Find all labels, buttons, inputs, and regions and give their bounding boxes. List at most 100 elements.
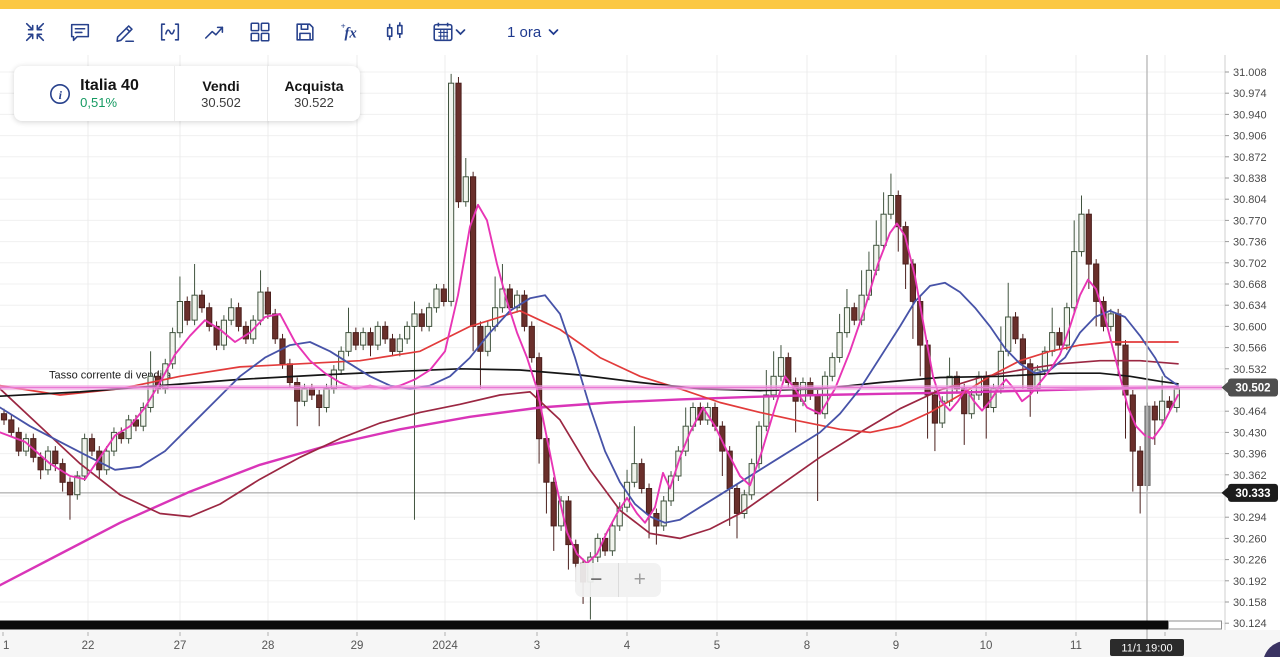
sell-price-badge-text: 30.502 xyxy=(1235,383,1270,395)
candle-body xyxy=(492,307,499,327)
x-axis-label: 29 xyxy=(351,640,364,652)
candle-body xyxy=(338,350,345,371)
save-button[interactable] xyxy=(282,13,327,51)
y-axis-label: 30.974 xyxy=(1233,88,1267,100)
timeframe-selector[interactable]: 1 ora xyxy=(501,23,565,42)
candle-body xyxy=(8,419,15,433)
instrument-card[interactable]: i Italia 40 0,51% Vendi 30.502 Acquista … xyxy=(14,66,360,121)
candle-body xyxy=(836,332,843,359)
candle-body xyxy=(382,325,389,340)
buy-value: 30.522 xyxy=(294,94,334,110)
candle-body xyxy=(352,332,359,346)
time-badge-text: 11/1 19:00 xyxy=(1121,643,1172,655)
instrument-name: Italia 40 xyxy=(80,76,139,94)
info-icon[interactable]: i xyxy=(49,83,71,105)
candle-body xyxy=(777,357,785,377)
y-axis-label: 30.294 xyxy=(1233,512,1267,524)
comment-icon xyxy=(70,23,89,42)
candle-body xyxy=(301,388,308,402)
candle-body xyxy=(37,456,44,471)
candle-body xyxy=(1071,251,1078,309)
candle-body xyxy=(360,332,367,346)
y-axis-label: 30.158 xyxy=(1233,597,1267,609)
candle-body xyxy=(15,431,22,452)
candle-body xyxy=(645,488,653,514)
candle-body xyxy=(272,313,279,340)
candle-body xyxy=(264,291,271,315)
candle-body xyxy=(279,338,286,365)
sell-quote-button[interactable]: Vendi 30.502 xyxy=(175,66,268,121)
y-axis-label: 30.770 xyxy=(1233,215,1267,227)
collapse-icon xyxy=(25,22,44,42)
indicators-button[interactable] xyxy=(147,13,192,51)
x-axis-label: 11 xyxy=(1070,640,1082,652)
x-scrollbar-filled[interactable] xyxy=(0,620,1168,630)
calendar-icon xyxy=(432,22,453,42)
x-axis-label: 28 xyxy=(262,640,275,652)
chevron-down-icon xyxy=(548,29,559,36)
y-axis-label: 30.872 xyxy=(1233,152,1267,164)
candle-body xyxy=(257,291,264,321)
candle-body xyxy=(396,338,403,352)
candle-body xyxy=(235,307,242,327)
candle-body xyxy=(829,357,836,377)
zoom-out-button[interactable]: − xyxy=(575,563,619,597)
candle-body xyxy=(1012,316,1019,340)
buy-quote-button[interactable]: Acquista 30.522 xyxy=(268,66,360,121)
x-axis-label: 1 xyxy=(3,640,9,652)
layout-button[interactable] xyxy=(237,13,282,51)
candle-body xyxy=(426,307,433,327)
x-scrollbar-empty[interactable] xyxy=(1168,620,1222,630)
draw-pencil-icon xyxy=(115,25,134,43)
x-axis-label: 4 xyxy=(624,640,631,652)
y-axis-label: 30.736 xyxy=(1233,237,1267,249)
y-axis-label: 31.008 xyxy=(1233,67,1267,79)
candle-body xyxy=(1151,405,1158,421)
y-axis-label: 30.464 xyxy=(1233,406,1267,418)
zoom-controls: − + xyxy=(575,563,661,597)
candle-body xyxy=(1049,332,1056,352)
chart-type-button[interactable] xyxy=(372,13,417,51)
candle-body xyxy=(433,288,440,309)
zoom-in-button[interactable]: + xyxy=(619,563,662,597)
x-axis-label: 10 xyxy=(980,640,993,652)
sell-value: 30.502 xyxy=(201,94,241,110)
candle-body xyxy=(895,195,902,228)
candle-body xyxy=(440,288,447,302)
candle-body xyxy=(81,438,88,477)
candle-body xyxy=(609,525,616,552)
functions-button[interactable]: + fx xyxy=(327,13,372,51)
candle-body xyxy=(323,388,330,408)
candle-body xyxy=(184,301,191,321)
x-axis-label: 8 xyxy=(804,640,810,652)
collapse-button[interactable] xyxy=(12,13,57,51)
y-axis-label: 30.362 xyxy=(1233,470,1267,482)
candle-body xyxy=(470,176,477,327)
candle-body xyxy=(851,307,858,321)
candle-body xyxy=(52,450,59,465)
candle-body xyxy=(880,213,887,246)
candle-body xyxy=(1056,332,1063,346)
layout-grid-icon xyxy=(249,22,270,42)
candle-body xyxy=(528,325,535,359)
buy-label: Acquista xyxy=(284,77,344,94)
y-axis-label: 30.940 xyxy=(1233,109,1267,121)
support-badge-text: 30.333 xyxy=(1235,488,1270,500)
candle-body xyxy=(66,481,74,496)
candle-body xyxy=(887,195,894,215)
chevron-down-icon xyxy=(455,29,465,36)
x-axis-label: 27 xyxy=(174,640,187,652)
candle-body xyxy=(638,463,645,490)
y-axis-label: 30.260 xyxy=(1233,533,1267,545)
trend-tool-button[interactable] xyxy=(192,13,237,51)
svg-text:i: i xyxy=(59,88,63,102)
comment-button[interactable] xyxy=(57,13,102,51)
y-axis-label: 30.226 xyxy=(1233,555,1267,567)
y-axis-label: 30.906 xyxy=(1233,131,1267,143)
candle-body xyxy=(550,481,557,527)
calendar-button[interactable] xyxy=(417,13,479,51)
x-axis-label: 3 xyxy=(534,640,540,652)
draw-button[interactable] xyxy=(102,13,147,51)
candle-body xyxy=(1115,313,1122,346)
function-fx-icon: + fx xyxy=(340,20,357,41)
